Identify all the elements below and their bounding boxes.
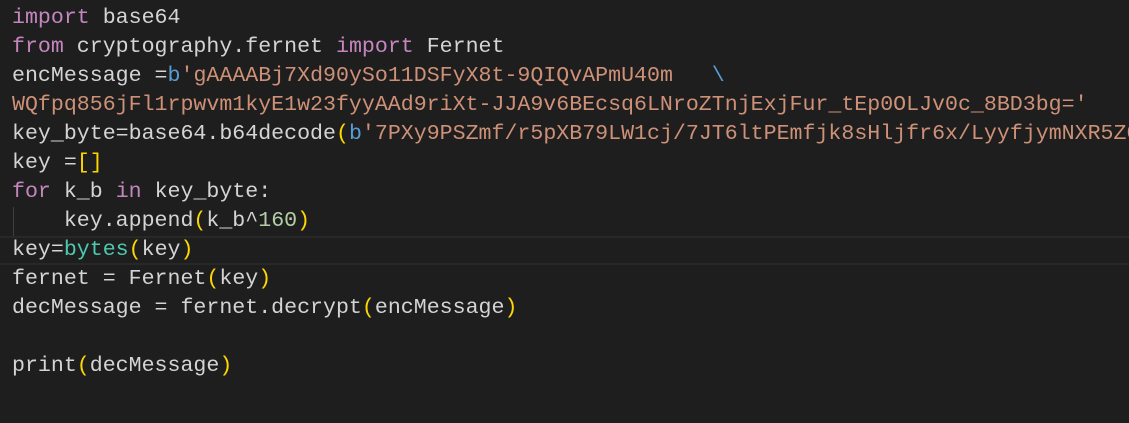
- code-line-1[interactable]: import base64: [0, 4, 1129, 33]
- code-token: key_byte=base64.b64decode: [12, 122, 336, 146]
- bracket-token: []: [76, 151, 103, 175]
- code-token: print: [12, 354, 77, 378]
- code-line-8[interactable]: key.append(k_b^160): [0, 207, 1129, 236]
- code-token: k_b: [50, 180, 116, 204]
- code-token: fernet = Fernet: [12, 267, 207, 291]
- bracket-token: ): [258, 267, 272, 291]
- code-token: encMessage: [374, 296, 505, 320]
- keyword-token: import: [335, 35, 414, 59]
- bracket-token: ): [297, 209, 311, 233]
- code-line-2[interactable]: from cryptography.fernet import Fernet: [0, 33, 1129, 62]
- code-line-12[interactable]: [0, 323, 1129, 352]
- code-token: key=: [12, 238, 64, 262]
- bracket-token: (: [128, 238, 142, 262]
- keyword-token: import: [12, 6, 90, 30]
- bytes-prefix-token: b: [348, 122, 362, 146]
- bracket-token: (: [206, 267, 220, 291]
- bracket-token: (: [335, 122, 349, 146]
- bracket-token: (: [193, 209, 207, 233]
- keyword-token: in: [115, 180, 142, 204]
- bracket-token: (: [361, 296, 375, 320]
- code-token: key: [219, 267, 259, 291]
- indent-guide: [13, 207, 14, 236]
- code-token: k_b^: [206, 209, 259, 233]
- code-line-13[interactable]: print(decMessage): [0, 352, 1129, 381]
- bracket-token: ): [504, 296, 518, 320]
- keyword-token: from: [12, 35, 64, 59]
- bracket-token: ): [219, 354, 233, 378]
- code-editor[interactable]: import base64 from cryptography.fernet im…: [0, 4, 1129, 381]
- bracket-token: ): [180, 238, 194, 262]
- code-line-9[interactable]: key=bytes(key): [0, 236, 1129, 265]
- code-line-11[interactable]: decMessage = fernet.decrypt(encMessage): [0, 294, 1129, 323]
- string-token: 'gAAAABj7Xd90ySo11DSFyX8t-9QIQvAPmU40m: [180, 64, 712, 88]
- keyword-token: for: [12, 180, 51, 204]
- code-token: cryptography.fernet: [63, 35, 336, 59]
- code-token: base64: [89, 6, 181, 30]
- code-line-6[interactable]: key =[]: [0, 149, 1129, 178]
- number-token: 160: [258, 209, 298, 233]
- code-line-10[interactable]: fernet = Fernet(key): [0, 265, 1129, 294]
- bracket-token: (: [76, 354, 90, 378]
- code-token: key_byte:: [141, 180, 272, 204]
- code-token: encMessage =: [12, 64, 168, 88]
- string-token: '7PXy9PSZmf/r5pXB79LW1cj/7JT6ltPEmfjk8sH…: [361, 122, 1129, 146]
- bytes-prefix-token: b: [167, 64, 181, 88]
- code-token: Fernet: [413, 35, 505, 59]
- code-token: decMessage = fernet.decrypt: [12, 296, 362, 320]
- string-token: WQfpq856jFl1rpwvm1kyE1w23fyyAAd9riXt-JJA…: [12, 93, 1088, 117]
- line-continuation-token: \: [711, 64, 725, 88]
- code-token: decMessage: [89, 354, 220, 378]
- code-token: key.append: [12, 209, 194, 233]
- code-line-4[interactable]: WQfpq856jFl1rpwvm1kyE1w23fyyAAd9riXt-JJA…: [0, 91, 1129, 120]
- code-line-7[interactable]: for k_b in key_byte:: [0, 178, 1129, 207]
- builtin-type-token: bytes: [63, 238, 129, 262]
- code-line-3[interactable]: encMessage =b'gAAAABj7Xd90ySo11DSFyX8t-9…: [0, 62, 1129, 91]
- code-token: key =: [12, 151, 77, 175]
- code-line-5[interactable]: key_byte=base64.b64decode(b'7PXy9PSZmf/r…: [0, 120, 1129, 149]
- code-token: key: [141, 238, 181, 262]
